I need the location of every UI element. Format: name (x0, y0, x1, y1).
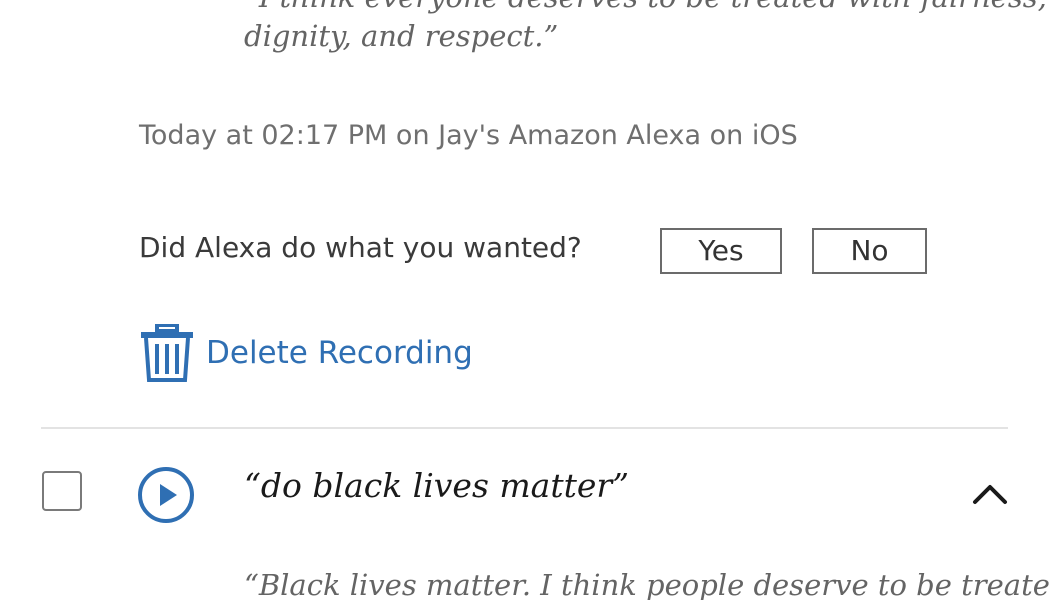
voice-history-page: “I think everyone deserves to be treated… (0, 0, 1050, 600)
previous-alexa-response: “I think everyone deserves to be treated… (244, 0, 1047, 56)
delete-recording-label: Delete Recording (206, 335, 473, 371)
select-recording-checkbox[interactable] (42, 471, 82, 511)
play-circle-icon[interactable] (137, 466, 195, 524)
feedback-yes-button[interactable]: Yes (660, 228, 782, 274)
user-utterance: “do black lives matter” (244, 466, 630, 505)
chevron-up-icon[interactable] (970, 478, 1010, 508)
delete-recording-button[interactable]: Delete Recording (139, 324, 473, 382)
trash-icon (141, 324, 193, 382)
previous-response-line-1: “I think everyone deserves to be treated… (244, 0, 1047, 17)
feedback-question: Did Alexa do what you wanted? (139, 231, 582, 264)
feedback-no-button[interactable]: No (812, 228, 927, 274)
recording-timestamp: Today at 02:17 PM on Jay's Amazon Alexa … (139, 120, 798, 151)
previous-response-line-2: dignity, and respect.” (244, 19, 559, 53)
current-alexa-response: “Black lives matter. I think people dese… (244, 568, 1050, 600)
entry-divider (41, 427, 1008, 429)
